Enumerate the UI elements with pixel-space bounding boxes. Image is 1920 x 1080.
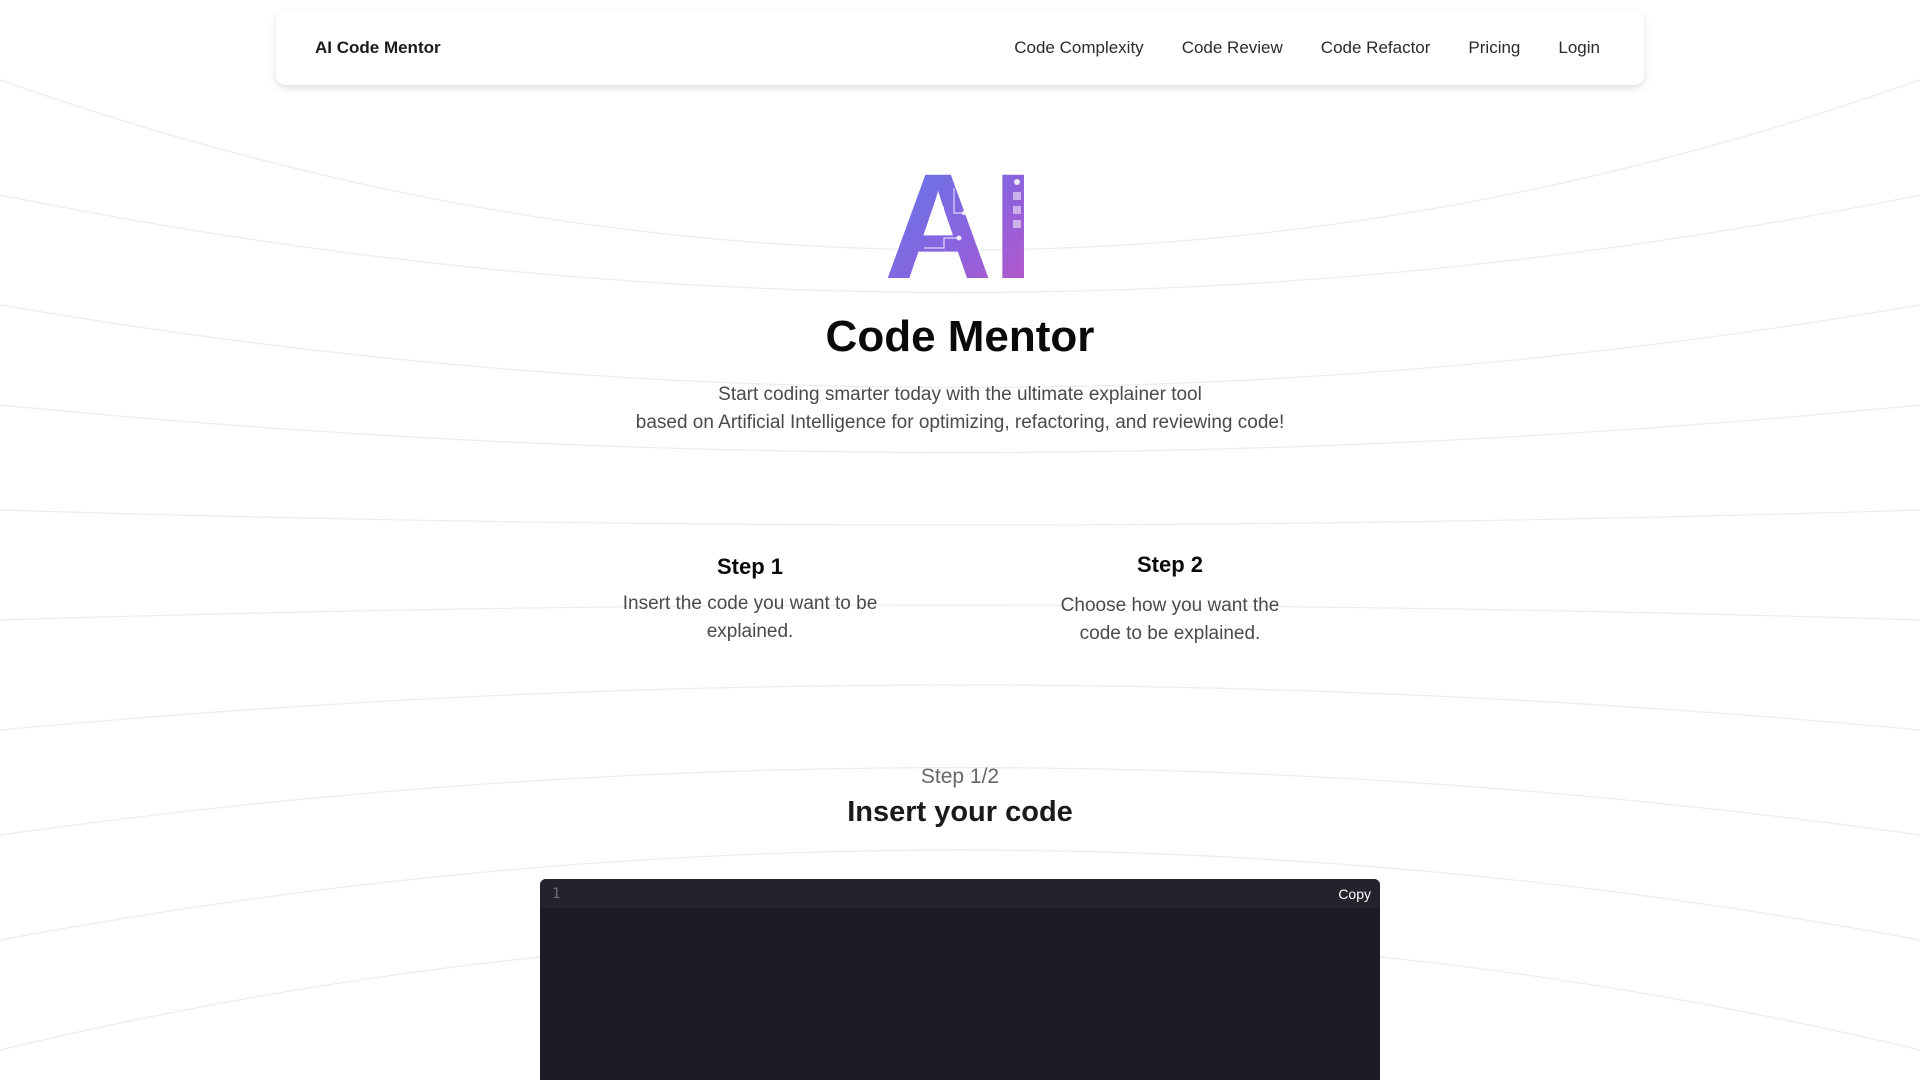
nav-link-login[interactable]: Login [1558, 38, 1600, 58]
nav-link-pricing[interactable]: Pricing [1468, 38, 1520, 58]
logo-text: AI [884, 168, 1034, 282]
step-card-1: Step 1 Insert the code you want to be ex… [590, 554, 910, 646]
nav-link-code-complexity[interactable]: Code Complexity [1014, 38, 1143, 58]
brand-link[interactable]: AI Code Mentor [315, 38, 441, 58]
step-card-description: Choose how you want the code to be expla… [1060, 595, 1280, 644]
step-card-title: Step 1 [716, 554, 784, 579]
subtitle-line-1: Start coding smarter today with the ulti… [718, 384, 1202, 405]
step-indicator: Step 1/2 [920, 765, 1000, 788]
nav-link-code-refactor[interactable]: Code Refactor [1321, 38, 1431, 58]
line-number: 1 [552, 886, 561, 902]
page: AI Code Mentor Code Complexity Code Revi… [0, 0, 1920, 1080]
step-card-2: Step 2 Choose how you want the code to b… [1010, 552, 1330, 648]
section-title: Insert your code [847, 796, 1073, 828]
copy-button[interactable]: Copy [1334, 884, 1375, 904]
page-title: Code Mentor [825, 312, 1095, 361]
code-input[interactable] [572, 883, 1336, 1080]
code-editor: 1 Copy [540, 879, 1380, 1080]
ai-logo-icon: AI [884, 168, 1034, 282]
top-navbar: AI Code Mentor Code Complexity Code Revi… [276, 10, 1644, 85]
hero-subtitle: Start coding smarter today with the ulti… [0, 381, 1920, 437]
nav-link-code-review[interactable]: Code Review [1182, 38, 1283, 58]
step-card-description: Insert the code you want to be explained… [622, 593, 878, 642]
subtitle-line-2: based on Artificial Intelligence for opt… [635, 412, 1285, 433]
nav-links: Code Complexity Code Review Code Refacto… [1014, 38, 1600, 58]
step-card-title: Step 2 [1136, 552, 1204, 577]
